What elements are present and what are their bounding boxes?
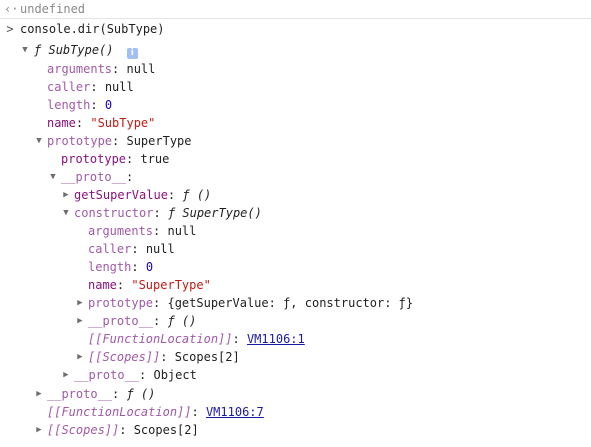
prop-arguments: arguments: null <box>47 62 156 76</box>
prop-constructor[interactable]: ▼ constructor: ƒ SuperType() <box>0 204 591 222</box>
prop-c-proto[interactable]: ▶ __proto__: ƒ () <box>0 312 591 330</box>
console-command[interactable]: console.dir(SubType) <box>20 20 165 38</box>
prop-value: ƒ () <box>167 314 197 328</box>
prop-value: ƒ () <box>126 387 156 401</box>
prop-prototype-inner: prototype: true <box>61 152 170 166</box>
prop-root-proto[interactable]: ▶ __proto__: ƒ () <box>0 385 591 403</box>
prop-value: Scopes[2] <box>174 350 240 364</box>
prop-c-prototype[interactable]: ▶ prototype: {getSuperValue: ƒ, construc… <box>0 294 591 312</box>
prop-key: [[Scopes]] <box>47 423 120 437</box>
prop-key: length <box>47 98 91 112</box>
prop-caller: caller: null <box>47 80 134 94</box>
return-arrow-icon: ‹· <box>4 2 19 16</box>
prop-value: 0 <box>104 98 113 112</box>
source-link[interactable]: VM1106:1 <box>247 332 305 346</box>
prop-c-function-location: [[FunctionLocation]]: VM1106:1 <box>88 332 305 346</box>
prop-value: null <box>104 80 134 94</box>
root-function-name: SubType() <box>48 43 114 57</box>
prop-key: constructor <box>74 206 154 220</box>
prop-value: "SuperType" <box>131 278 211 292</box>
prop-key: prototype <box>61 152 127 166</box>
prop-proto[interactable]: ▼ __proto__: <box>0 168 591 186</box>
prop-value: null <box>145 242 175 256</box>
prop-key: arguments <box>47 62 113 76</box>
prop-key: prototype <box>88 296 154 310</box>
prop-key: [[FunctionLocation]] <box>47 405 192 419</box>
prop-root-function-location: [[FunctionLocation]]: VM1106:7 <box>47 405 264 419</box>
prop-key: name <box>88 278 117 292</box>
triangle-down-icon[interactable]: ▼ <box>48 168 58 186</box>
row-divider <box>0 18 591 19</box>
colon: : <box>126 170 134 184</box>
prompt-chevron-icon: > <box>6 22 14 36</box>
triangle-down-icon[interactable]: ▼ <box>34 132 44 150</box>
previous-result-text: undefined <box>20 2 86 16</box>
prop-key: __proto__ <box>88 314 154 328</box>
source-link[interactable]: VM1106:7 <box>206 405 264 419</box>
triangle-right-icon[interactable]: ▶ <box>61 366 71 384</box>
prop-value: Object <box>153 368 197 382</box>
prop-key: getSuperValue <box>74 188 168 202</box>
triangle-down-icon[interactable]: ▼ <box>61 204 71 222</box>
previous-result-row: ‹· undefined <box>0 0 591 18</box>
prop-c-arguments: arguments: null <box>88 224 197 238</box>
root-label: ƒ SubType() i <box>34 41 138 59</box>
prop-key: __proto__ <box>61 170 127 184</box>
prop-prototype[interactable]: ▼ prototype: SuperType <box>0 132 591 150</box>
prop-key: __proto__ <box>74 368 140 382</box>
triangle-down-icon[interactable]: ▼ <box>20 41 30 59</box>
devtools-console: ‹· undefined > console.dir(SubType) ▼ ƒ … <box>0 0 591 447</box>
prop-key: caller <box>47 80 91 94</box>
prop-value: "SubType" <box>90 116 156 130</box>
prop-key: prototype <box>47 134 113 148</box>
prop-name: name: "SubType" <box>47 116 156 130</box>
prop-key: [[Scopes]] <box>88 350 161 364</box>
prop-value: null <box>126 62 156 76</box>
tree-root-subtype[interactable]: ▼ ƒ SubType() i <box>0 41 591 59</box>
prop-length: length: 0 <box>47 98 113 112</box>
prop-value: 0 <box>145 260 154 274</box>
prop-key: name <box>47 116 76 130</box>
prop-value: Scopes[2] <box>133 423 199 437</box>
prop-value: ƒ () <box>182 188 212 202</box>
prop-key: arguments <box>88 224 154 238</box>
prop-value: ƒ SuperType() <box>167 206 262 220</box>
prop-root-scopes[interactable]: ▶ [[Scopes]]: Scopes[2] <box>0 421 591 439</box>
prop-c-caller: caller: null <box>88 242 175 256</box>
triangle-right-icon[interactable]: ▶ <box>34 421 44 439</box>
triangle-right-icon[interactable]: ▶ <box>61 186 71 204</box>
triangle-right-icon[interactable]: ▶ <box>75 348 85 366</box>
triangle-right-icon[interactable]: ▶ <box>75 294 85 312</box>
prop-key: length <box>88 260 132 274</box>
prop-c-name: name: "SuperType" <box>88 278 211 292</box>
prop-value: SuperType <box>126 134 192 148</box>
prop-key: [[FunctionLocation]] <box>88 332 233 346</box>
prop-value: null <box>167 224 197 238</box>
prop-key: __proto__ <box>47 387 113 401</box>
prop-value: {getSuperValue: ƒ, constructor: ƒ} <box>167 296 414 310</box>
prop-key: caller <box>88 242 132 256</box>
info-icon[interactable]: i <box>126 48 138 59</box>
triangle-right-icon[interactable]: ▶ <box>75 312 85 330</box>
prop-c-scopes[interactable]: ▶ [[Scopes]]: Scopes[2] <box>0 348 591 366</box>
console-input-row[interactable]: > console.dir(SubType) <box>0 20 591 38</box>
prop-c-length: length: 0 <box>88 260 154 274</box>
triangle-right-icon[interactable]: ▶ <box>34 385 44 403</box>
function-glyph: ƒ <box>34 43 42 57</box>
prop-getsupervalue[interactable]: ▶ getSuperValue: ƒ () <box>0 186 591 204</box>
prop-proto-object[interactable]: ▶ __proto__: Object <box>0 366 591 384</box>
prop-value: true <box>140 152 170 166</box>
